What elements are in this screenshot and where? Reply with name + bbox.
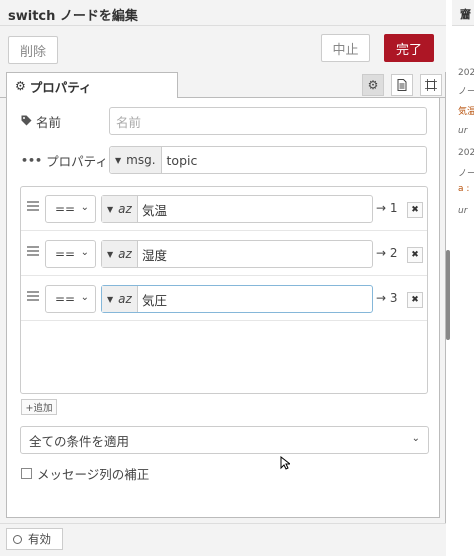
rule-operator: ==	[55, 247, 76, 261]
drag-handle-icon[interactable]	[27, 291, 39, 303]
drag-handle-icon[interactable]	[27, 246, 39, 258]
name-label-text: 名前	[36, 115, 62, 130]
property-label-text: プロパティ	[46, 154, 108, 169]
delete-button[interactable]: 削除	[8, 36, 58, 64]
sidebar-line: ur	[458, 206, 468, 216]
edit-tray: switch ノードを編集 削除 中止 完了 ⚙ プロパティ ⚙ 名前 名前 •	[0, 0, 446, 556]
caret-down-icon: ▼	[107, 204, 114, 214]
document-icon[interactable]	[391, 74, 413, 96]
sidebar-line: a :	[458, 184, 470, 194]
rule-output: → 2	[376, 246, 398, 260]
properties-panel: 名前 名前 ••• プロパティ ▼ msg. topic == ⌄ ▼ az 気…	[6, 98, 440, 518]
string-type-icon: az	[118, 247, 132, 261]
mouse-cursor-icon	[280, 455, 292, 470]
caret-down-icon: ▼	[107, 249, 114, 259]
sidebar-line: ur	[458, 126, 468, 136]
rules-list: == ⌄ ▼ az 気温 → 1 ✖ == ⌄ ▼ az 湿度 → 2 ✖ ==…	[20, 186, 428, 394]
name-label: 名前	[21, 112, 61, 131]
rule-row: == ⌄ ▼ az 気温 → 1 ✖	[21, 187, 427, 231]
gear-icon[interactable]: ⚙	[362, 74, 384, 96]
enabled-label: 有効	[28, 532, 51, 546]
tray-header: switch ノードを編集	[0, 0, 446, 26]
remove-rule-button[interactable]: ✖	[407, 292, 423, 308]
property-type-select[interactable]: ▼ msg.	[110, 147, 162, 173]
rule-operator-select[interactable]: == ⌄	[45, 240, 96, 268]
recreate-sequence-checkbox[interactable]	[21, 468, 32, 479]
rule-value: 気温	[142, 202, 168, 218]
remove-rule-button[interactable]: ✖	[407, 202, 423, 218]
rule-operator: ==	[55, 292, 76, 306]
rule-type-select[interactable]: ▼ az	[102, 241, 138, 267]
name-input[interactable]: 名前	[109, 107, 427, 135]
drag-handle-icon[interactable]	[27, 201, 39, 213]
property-type-label: msg.	[126, 153, 156, 167]
sidebar-line: 202	[458, 68, 474, 78]
rule-value-input[interactable]: ▼ az 湿度	[101, 240, 373, 268]
tab-properties[interactable]: ⚙ プロパティ	[6, 72, 178, 99]
rule-type-select[interactable]: ▼ az	[102, 286, 138, 312]
chevron-down-icon: ⌄	[411, 433, 420, 444]
rule-value-input[interactable]: ▼ az 気圧	[101, 285, 373, 313]
rule-output: → 3	[376, 291, 398, 305]
property-input[interactable]: ▼ msg. topic	[109, 146, 427, 174]
chevron-down-icon: ⌄	[80, 292, 89, 303]
caret-down-icon: ▼	[115, 155, 122, 165]
rule-value-input[interactable]: ▼ az 気温	[101, 195, 373, 223]
tab-properties-label: プロパティ	[29, 79, 92, 95]
rule-value: 気圧	[142, 292, 168, 308]
string-type-icon: az	[118, 202, 132, 216]
cancel-button[interactable]: 中止	[321, 34, 370, 62]
chevron-down-icon: ⌄	[80, 202, 89, 213]
rule-operator: ==	[55, 202, 76, 216]
recreate-sequence-label: メッセージ列の補正	[37, 467, 150, 482]
tab-bar: ⚙ プロパティ ⚙	[0, 72, 446, 99]
caret-down-icon: ▼	[107, 294, 114, 304]
recreate-sequence-option: メッセージ列の補正	[21, 464, 149, 483]
scrollbar[interactable]	[446, 250, 450, 340]
add-rule-button[interactable]: +追加	[21, 399, 57, 415]
string-type-icon: az	[118, 292, 132, 306]
apply-mode-value: 全ての条件を適用	[29, 433, 130, 449]
rule-output: → 1	[376, 201, 398, 215]
sidebar-line: ノー	[458, 87, 474, 97]
rule-row: == ⌄ ▼ az 気圧 → 3 ✖	[21, 277, 427, 321]
tray-toolbar: 削除 中止 完了	[0, 26, 446, 72]
remove-rule-button[interactable]: ✖	[407, 247, 423, 263]
property-label: ••• プロパティ	[21, 151, 108, 170]
sidebar-line: ノー	[458, 169, 474, 179]
tray-title: switch ノードを編集	[8, 9, 138, 24]
rule-value: 湿度	[142, 247, 168, 263]
apply-mode-select[interactable]: 全ての条件を適用 ⌄	[20, 426, 429, 454]
frame-icon[interactable]	[420, 74, 442, 96]
rule-type-select[interactable]: ▼ az	[102, 196, 138, 222]
enabled-toggle[interactable]: 有効	[6, 528, 63, 550]
ellipsis-icon: •••	[21, 154, 43, 167]
radio-icon	[13, 534, 22, 544]
sidebar-line: 202	[458, 148, 474, 158]
tray-footer: 有効	[0, 523, 446, 556]
rule-operator-select[interactable]: == ⌄	[45, 285, 96, 313]
tag-icon	[21, 115, 32, 129]
gear-icon: ⚙	[15, 79, 26, 93]
rule-row: == ⌄ ▼ az 湿度 → 2 ✖	[21, 232, 427, 276]
property-value: topic	[166, 152, 198, 168]
name-placeholder: 名前	[116, 114, 142, 130]
debug-sidebar: 齏 202 ノー 気温 ur 202 ノー a : ur	[452, 0, 474, 556]
sidebar-header: 齏	[452, 0, 474, 26]
done-button[interactable]: 完了	[384, 34, 434, 62]
rule-operator-select[interactable]: == ⌄	[45, 195, 96, 223]
chevron-down-icon: ⌄	[80, 247, 89, 258]
sidebar-line: 気温	[458, 107, 474, 117]
